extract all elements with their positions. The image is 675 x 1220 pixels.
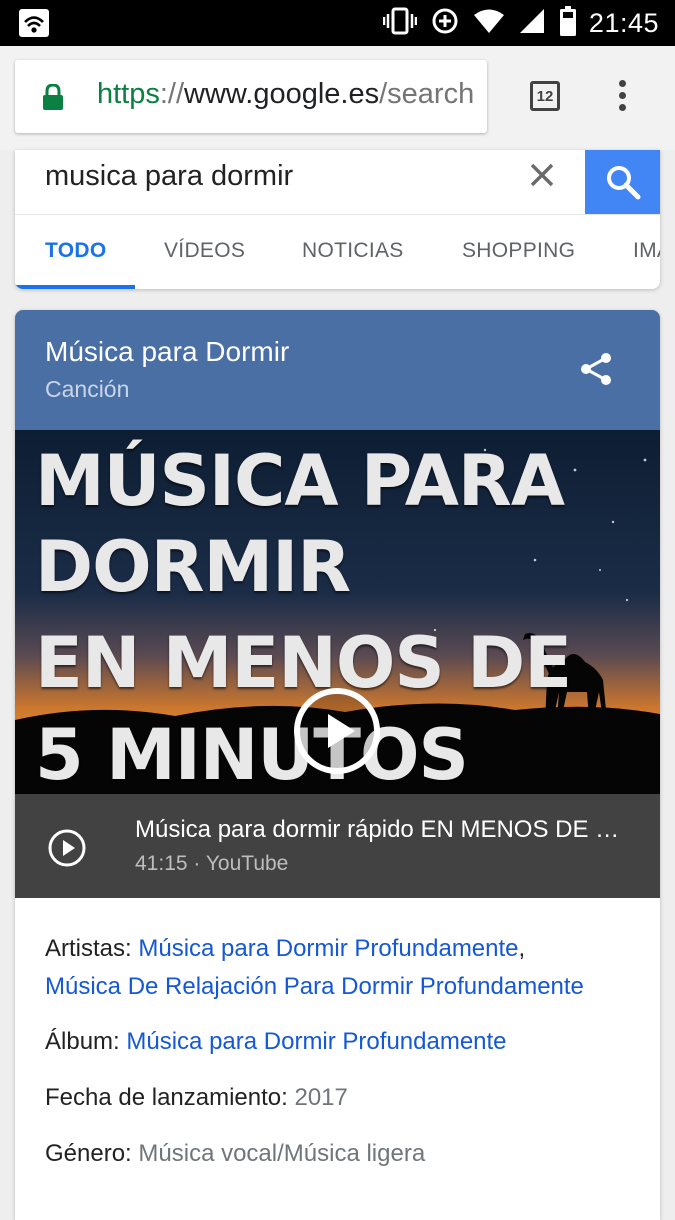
wifi-icon	[473, 8, 505, 39]
clock: 21:45	[588, 8, 659, 38]
fact-album: Álbum: Música para Dormir Profundamente	[45, 1023, 507, 1061]
fact-value: Música vocal/Música ligera	[138, 1140, 426, 1167]
fact-genre: Género: Música vocal/Música ligera	[45, 1135, 425, 1173]
card-header: Música para Dormir Canción	[15, 310, 660, 430]
search-button[interactable]	[585, 150, 660, 214]
tab-shopping[interactable]: SHOPPING	[462, 239, 575, 263]
data-saver-icon	[431, 7, 459, 40]
vibrate-icon	[382, 7, 418, 40]
dot-icon	[618, 104, 626, 111]
video-title[interactable]: Música para dormir rápido EN MENOS DE 5 …	[135, 816, 625, 844]
lock-icon	[43, 84, 63, 110]
url-separator: ://	[159, 78, 185, 110]
artist-separator: ,	[518, 935, 526, 962]
thumbnail-line: MÚSICA PARA	[35, 440, 565, 522]
tab-todo[interactable]: TODO	[45, 239, 106, 263]
overflow-menu-button[interactable]	[606, 80, 638, 116]
tab-switcher-button[interactable]: 12	[530, 81, 560, 111]
knowledge-card: Música para Dormir Canción MÚSICA PARA D…	[15, 310, 660, 1220]
thumbnail-line: 5 MINUTOS	[35, 714, 469, 794]
video-meta: 41:15 · YouTube	[135, 852, 289, 875]
fact-label: Álbum:	[45, 1028, 127, 1055]
fact-value: 2017	[294, 1084, 348, 1111]
card-title[interactable]: Música para Dormir	[45, 336, 289, 368]
wifi-hotspot-icon	[19, 9, 49, 37]
artist-link[interactable]: Música para Dormir Profundamente	[138, 935, 518, 962]
play-icon[interactable]	[293, 687, 381, 775]
fact-label: Artistas:	[45, 935, 139, 962]
tab-imagenes[interactable]: IMÁGENES	[633, 239, 660, 263]
signal-icon	[519, 8, 545, 39]
search-tabs: TODO VÍDEOS NOTICIAS SHOPPING IMÁGENES	[15, 215, 660, 289]
thumbnail-line: DORMIR	[35, 526, 351, 608]
browser-toolbar: https://www.google.es/search 12	[0, 46, 675, 150]
url-host: www.google.es	[184, 78, 380, 110]
url-text[interactable]: https://www.google.es/search	[97, 78, 474, 111]
share-icon[interactable]	[579, 352, 613, 386]
dot-icon	[618, 92, 626, 99]
tab-videos[interactable]: VÍDEOS	[164, 239, 245, 263]
status-bar: 21:45	[0, 0, 675, 46]
dot-icon	[618, 80, 626, 87]
search-icon	[606, 166, 640, 200]
search-box-card: musica para dormir TODO VÍDEOS NOTICIAS …	[15, 150, 660, 289]
address-bar[interactable]: https://www.google.es/search	[15, 60, 487, 133]
card-subtitle: Canción	[45, 376, 130, 402]
video-thumbnail[interactable]: MÚSICA PARA DORMIR EN MENOS DE 5 MINUTOS	[15, 430, 660, 794]
clear-search-button[interactable]	[527, 160, 557, 190]
active-tab-indicator	[15, 285, 135, 289]
fact-release-date: Fecha de lanzamiento: 2017	[45, 1079, 348, 1117]
close-icon	[530, 163, 554, 187]
play-circle-icon[interactable]	[47, 828, 87, 868]
url-path: /search	[379, 78, 475, 110]
battery-icon	[559, 5, 577, 41]
album-link[interactable]: Música para Dormir Profundamente	[126, 1028, 506, 1055]
search-input[interactable]: musica para dormir	[45, 160, 293, 193]
video-result[interactable]: Música para dormir rápido EN MENOS DE 5 …	[15, 794, 660, 898]
fact-label: Género:	[45, 1140, 139, 1167]
artist-link[interactable]: Música De Relajación Para Dormir Profund…	[45, 973, 584, 1000]
url-scheme: https	[97, 78, 160, 110]
fact-label: Fecha de lanzamiento:	[45, 1084, 295, 1111]
tab-noticias[interactable]: NOTICIAS	[302, 239, 404, 263]
fact-artists: Artistas: Música para Dormir Profundamen…	[45, 930, 584, 1006]
